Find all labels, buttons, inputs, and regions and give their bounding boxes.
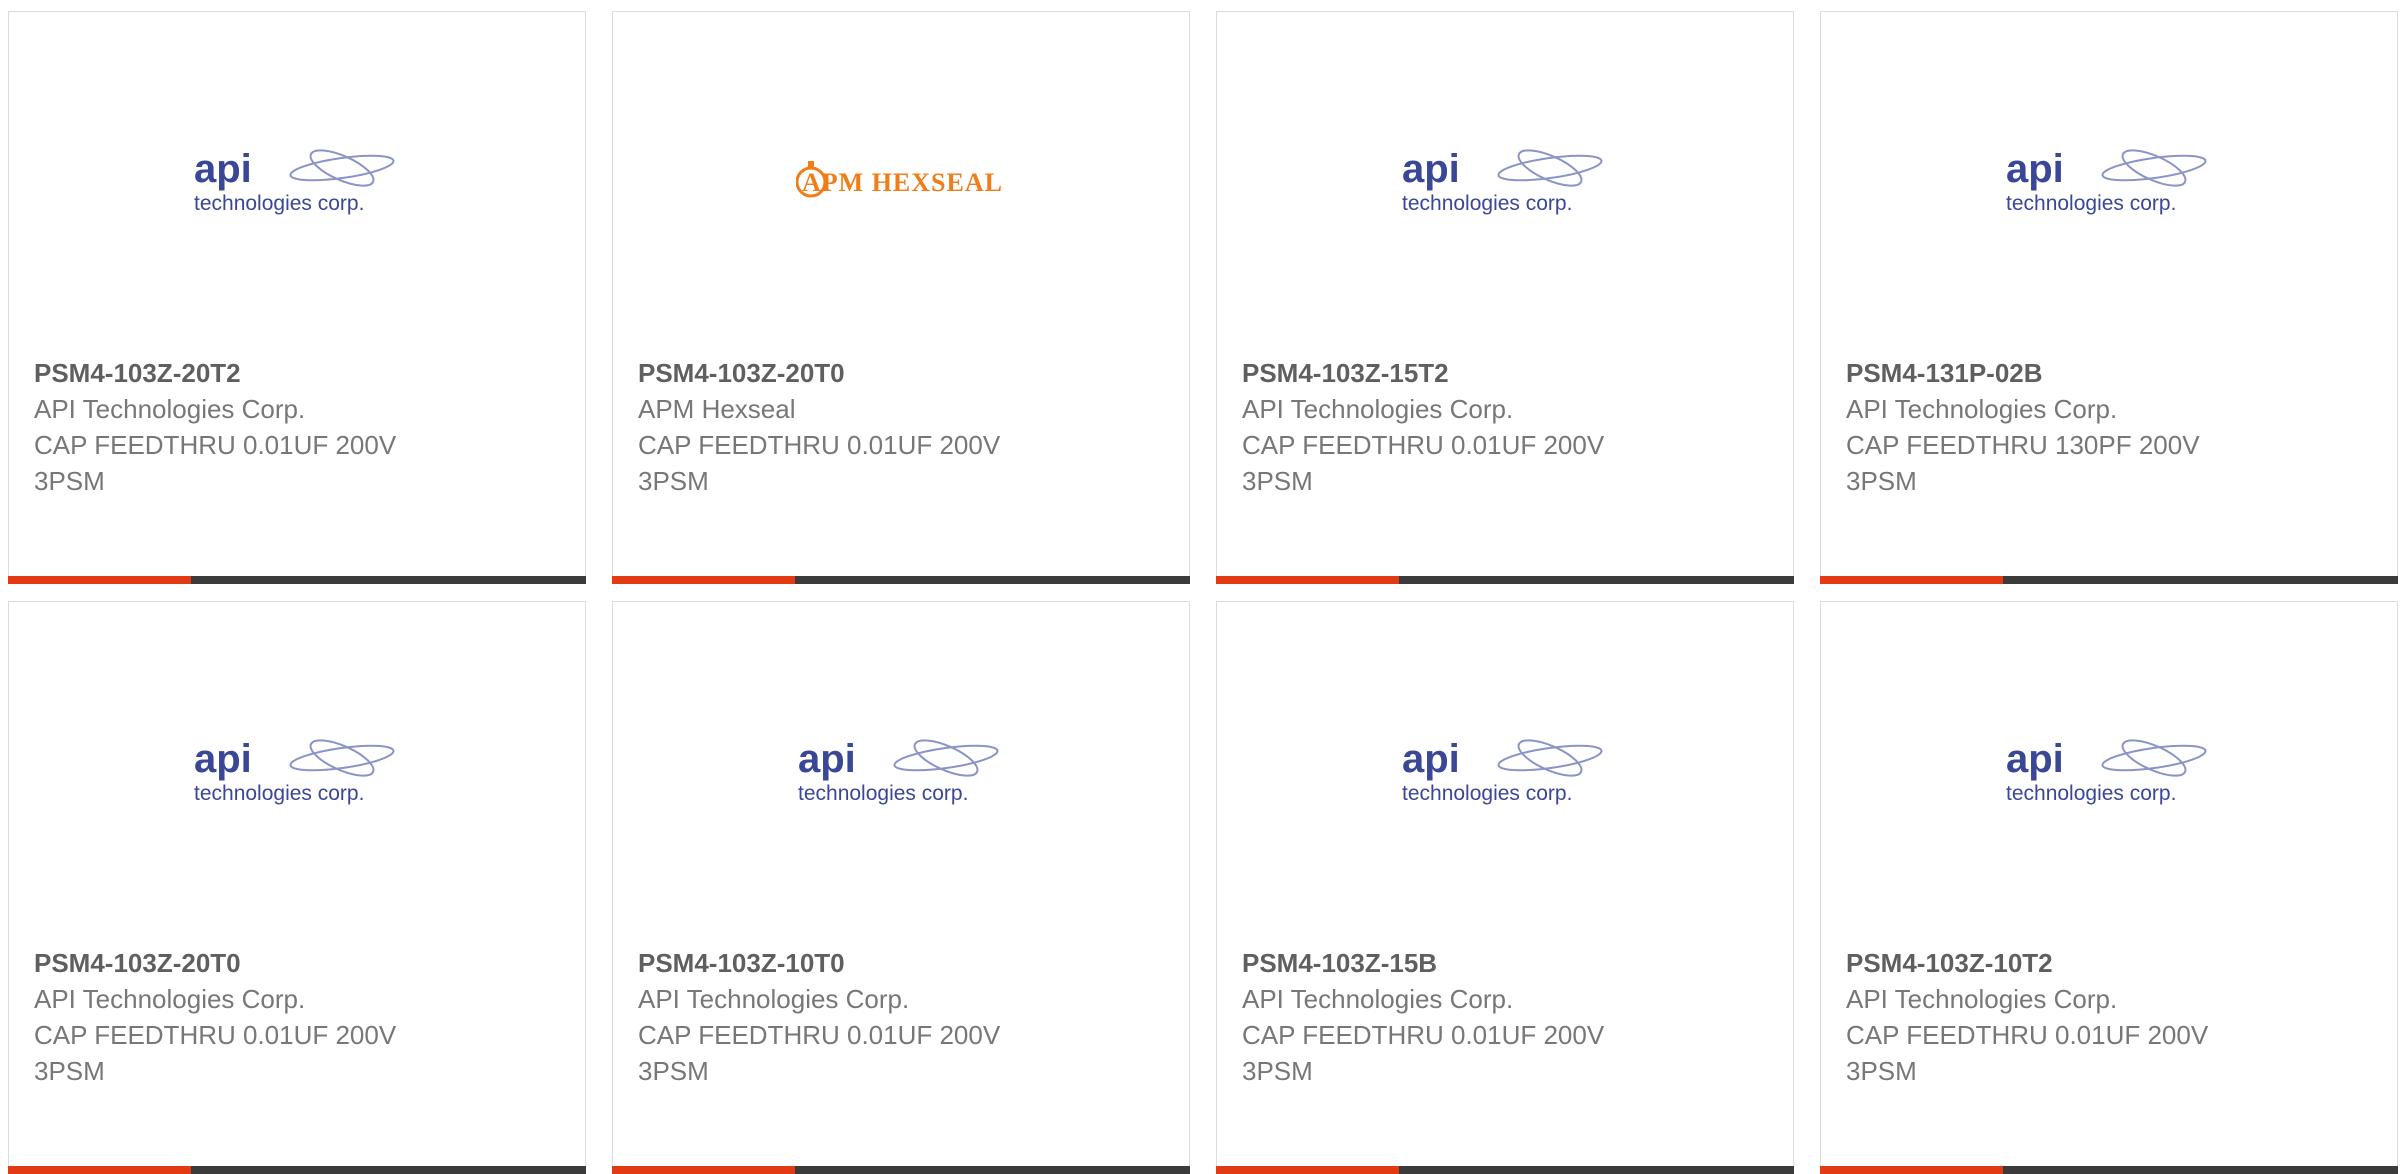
manufacturer-logo: api technologies corp. (1821, 602, 2397, 942)
api-logo-icon: api technologies corp. (194, 147, 395, 215)
part-number[interactable]: PSM4-103Z-10T0 (638, 945, 1169, 981)
product-description: CAP FEEDTHRU 0.01UF 200V (34, 1020, 397, 1050)
svg-text:technologies corp.: technologies corp. (2006, 192, 2176, 215)
product-card[interactable]: api technologies corp. PSM4-103Z-20T0 AP… (8, 601, 586, 1174)
svg-text:api: api (1402, 737, 1460, 781)
part-number[interactable]: PSM4-103Z-20T0 (638, 355, 1169, 391)
svg-text:api: api (798, 737, 856, 781)
manufacturer-logo: api technologies corp. (613, 602, 1189, 942)
card-accent (8, 576, 191, 584)
card-accent (1216, 1166, 1399, 1174)
product-grid: api technologies corp. PSM4-103Z-20T2 AP… (8, 11, 2400, 1174)
card-bottom-bar (1820, 576, 2398, 584)
part-number[interactable]: PSM4-103Z-15B (1242, 945, 1773, 981)
product-card[interactable]: api technologies corp. PSM4-103Z-20T2 AP… (8, 11, 586, 584)
package-type: 3PSM (1846, 1056, 1917, 1086)
product-info: PSM4-103Z-20T0 APM Hexseal CAP FEEDTHRU … (638, 355, 1169, 499)
product-description: CAP FEEDTHRU 130PF 200V (1846, 430, 2200, 460)
svg-text:api: api (194, 147, 252, 191)
card-bottom-bar (8, 576, 586, 584)
manufacturer-name: API Technologies Corp. (34, 984, 306, 1014)
manufacturer-logo: APM HEXSEAL (613, 12, 1189, 352)
product-info: PSM4-103Z-20T0 API Technologies Corp. CA… (34, 945, 565, 1089)
product-card[interactable]: APM HEXSEAL PSM4-103Z-20T0 APM Hexseal C… (612, 11, 1190, 584)
product-card[interactable]: api technologies corp. PSM4-103Z-15T2 AP… (1216, 11, 1794, 584)
product-card[interactable]: api technologies corp. PSM4-103Z-15B API… (1216, 601, 1794, 1174)
part-number[interactable]: PSM4-103Z-20T0 (34, 945, 565, 981)
product-description: CAP FEEDTHRU 0.01UF 200V (638, 1020, 1001, 1050)
card-bottom-bar (8, 1166, 586, 1174)
manufacturer-logo: api technologies corp. (1217, 602, 1793, 942)
manufacturer-name: API Technologies Corp. (1846, 984, 2118, 1014)
package-type: 3PSM (1242, 1056, 1313, 1086)
card-accent (1820, 1166, 2003, 1174)
card-bottom-bar (612, 576, 1190, 584)
manufacturer-name: API Technologies Corp. (34, 394, 306, 424)
hexseal-logo-icon: APM HEXSEAL (796, 161, 1003, 198)
package-type: 3PSM (638, 1056, 709, 1086)
svg-text:technologies corp.: technologies corp. (798, 782, 968, 805)
svg-text:api: api (1402, 147, 1460, 191)
package-type: 3PSM (1242, 466, 1313, 496)
card-bottom-bar (1216, 576, 1794, 584)
product-info: PSM4-103Z-15B API Technologies Corp. CAP… (1242, 945, 1773, 1089)
svg-text:technologies corp.: technologies corp. (194, 782, 364, 805)
card-accent (8, 1166, 191, 1174)
product-description: CAP FEEDTHRU 0.01UF 200V (638, 430, 1001, 460)
product-description: CAP FEEDTHRU 0.01UF 200V (1242, 430, 1605, 460)
api-logo-icon: api technologies corp. (2006, 147, 2207, 215)
package-type: 3PSM (34, 1056, 105, 1086)
manufacturer-name: API Technologies Corp. (1846, 394, 2118, 424)
card-accent (612, 1166, 795, 1174)
part-number[interactable]: PSM4-103Z-20T2 (34, 355, 565, 391)
package-type: 3PSM (34, 466, 105, 496)
product-info: PSM4-103Z-20T2 API Technologies Corp. CA… (34, 355, 565, 499)
manufacturer-logo: api technologies corp. (1217, 12, 1793, 352)
package-type: 3PSM (1846, 466, 1917, 496)
svg-text:technologies corp.: technologies corp. (2006, 782, 2176, 805)
svg-text:technologies corp.: technologies corp. (1402, 782, 1572, 805)
product-info: PSM4-103Z-10T2 API Technologies Corp. CA… (1846, 945, 2377, 1089)
svg-text:api: api (194, 737, 252, 781)
product-info: PSM4-131P-02B API Technologies Corp. CAP… (1846, 355, 2377, 499)
svg-text:APM HEXSEAL: APM HEXSEAL (802, 168, 1003, 197)
product-description: CAP FEEDTHRU 0.01UF 200V (1846, 1020, 2209, 1050)
card-accent (1820, 576, 2003, 584)
api-logo-icon: api technologies corp. (798, 737, 999, 805)
api-logo-icon: api technologies corp. (1402, 737, 1603, 805)
product-card[interactable]: api technologies corp. PSM4-103Z-10T2 AP… (1820, 601, 2398, 1174)
svg-text:api: api (2006, 737, 2064, 781)
product-info: PSM4-103Z-10T0 API Technologies Corp. CA… (638, 945, 1169, 1089)
card-accent (1216, 576, 1399, 584)
product-description: CAP FEEDTHRU 0.01UF 200V (34, 430, 397, 460)
product-card[interactable]: api technologies corp. PSM4-131P-02B API… (1820, 11, 2398, 584)
part-number[interactable]: PSM4-103Z-10T2 (1846, 945, 2377, 981)
part-number[interactable]: PSM4-103Z-15T2 (1242, 355, 1773, 391)
card-bottom-bar (1216, 1166, 1794, 1174)
manufacturer-name: API Technologies Corp. (1242, 984, 1514, 1014)
manufacturer-logo: api technologies corp. (9, 12, 585, 352)
api-logo-icon: api technologies corp. (2006, 737, 2207, 805)
svg-text:technologies corp.: technologies corp. (1402, 192, 1572, 215)
api-logo-icon: api technologies corp. (194, 737, 395, 805)
manufacturer-name: API Technologies Corp. (638, 984, 910, 1014)
product-description: CAP FEEDTHRU 0.01UF 200V (1242, 1020, 1605, 1050)
manufacturer-logo: api technologies corp. (1821, 12, 2397, 352)
product-card[interactable]: api technologies corp. PSM4-103Z-10T0 AP… (612, 601, 1190, 1174)
svg-text:api: api (2006, 147, 2064, 191)
part-number[interactable]: PSM4-131P-02B (1846, 355, 2377, 391)
card-accent (612, 576, 795, 584)
manufacturer-logo: api technologies corp. (9, 602, 585, 942)
package-type: 3PSM (638, 466, 709, 496)
card-bottom-bar (1820, 1166, 2398, 1174)
svg-text:technologies corp.: technologies corp. (194, 192, 364, 215)
card-bottom-bar (612, 1166, 1190, 1174)
product-info: PSM4-103Z-15T2 API Technologies Corp. CA… (1242, 355, 1773, 499)
manufacturer-name: API Technologies Corp. (1242, 394, 1514, 424)
manufacturer-name: APM Hexseal (638, 394, 796, 424)
api-logo-icon: api technologies corp. (1402, 147, 1603, 215)
